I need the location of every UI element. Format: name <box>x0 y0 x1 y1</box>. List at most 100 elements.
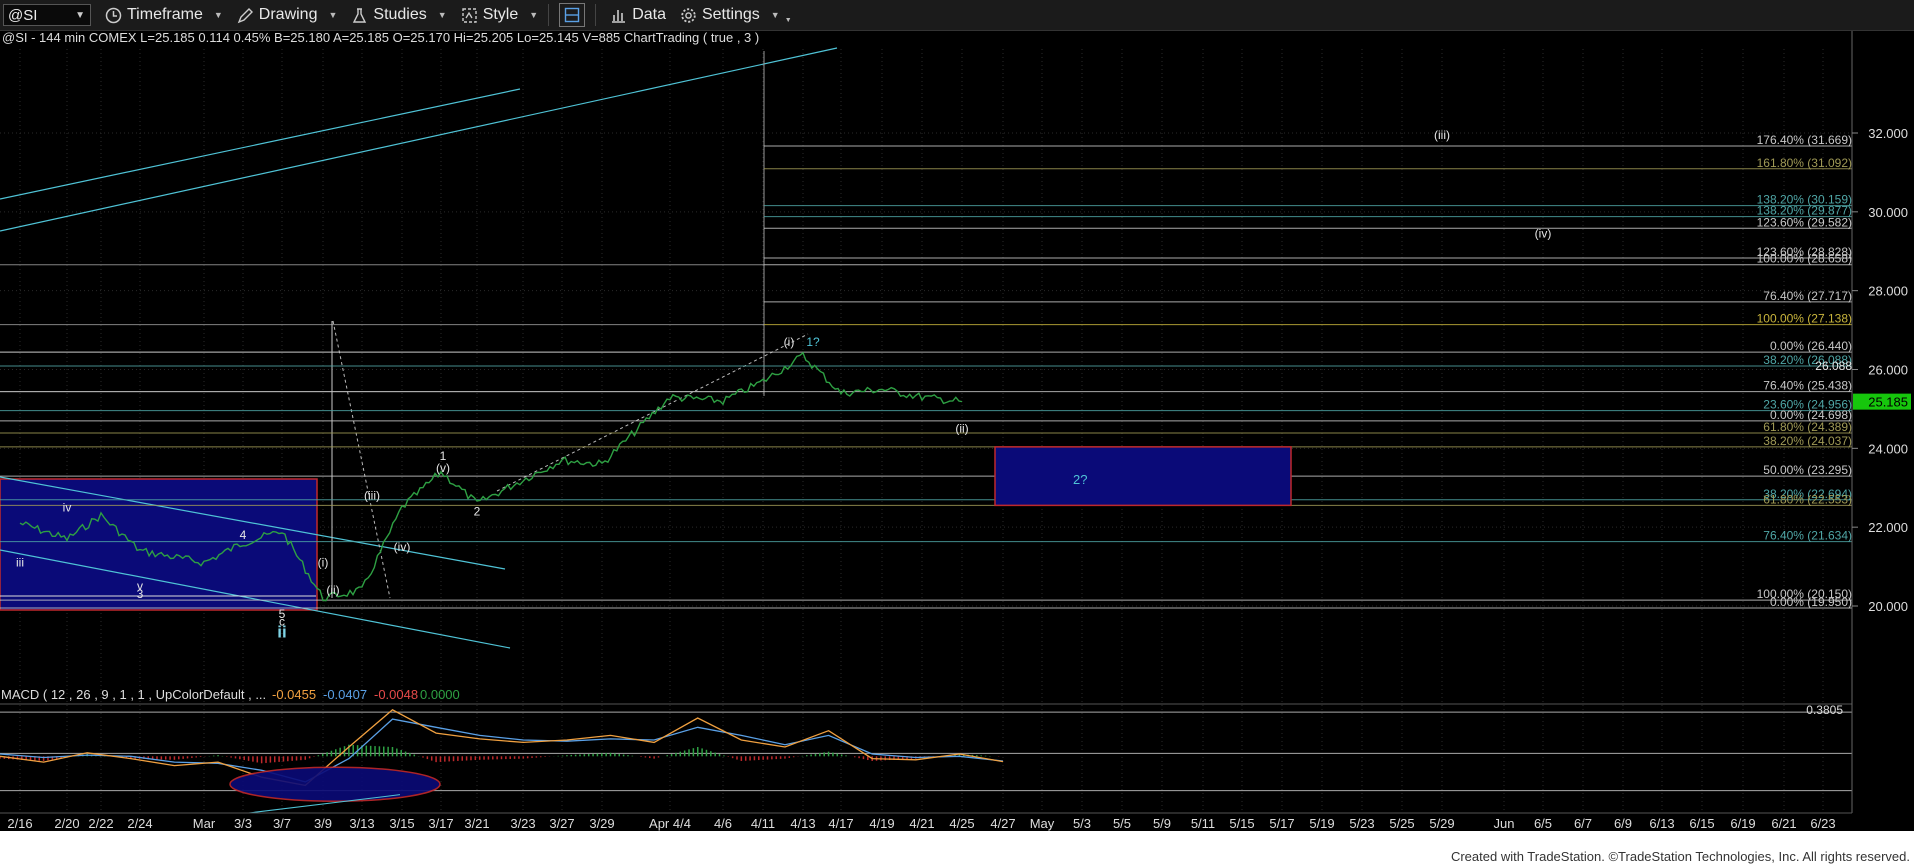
date-axis-label: May <box>1030 816 1055 831</box>
fib-level-label: 0.00% (26.440) <box>1770 339 1852 353</box>
price-axis: 32.000 30.000 28.000 26.000 24.000 22.000 20.0… <box>1851 31 1914 831</box>
settings-label: Settings <box>701 6 760 23</box>
layout-button[interactable] <box>559 3 586 27</box>
fib-price-label: 26.088 <box>1815 359 1852 373</box>
consolidation-box <box>0 478 318 611</box>
macd-highlight-ellipse <box>229 766 441 802</box>
wave-label: (v) <box>436 461 450 475</box>
drawing-button[interactable]: Drawing ▼ <box>237 6 337 24</box>
fib-level-label: 0.00% (19.950) <box>1770 595 1852 609</box>
macd-study-label: MACD ( 12 , 26 , 9 , 1 , 1 , UpColorDefa… <box>1 687 266 702</box>
studies-button[interactable]: Studies ▼ <box>351 6 447 24</box>
wave-label: (iv) <box>1535 226 1552 240</box>
wave-label: iii <box>16 556 24 570</box>
layout-icon <box>564 7 580 23</box>
wave-label: (ii) <box>326 583 339 597</box>
price-axis-label: 32.000 <box>1868 126 1908 141</box>
timeframe-label: Timeframe <box>127 6 203 23</box>
date-axis-label: 4/17 <box>828 816 853 831</box>
date-axis-label: 4/11 <box>751 816 775 831</box>
date-axis-label: 5/9 <box>1153 816 1171 831</box>
date-axis-label: 3/3 <box>234 816 252 831</box>
date-axis-label: 6/9 <box>1614 816 1632 831</box>
date-axis-label: 5/25 <box>1389 816 1414 831</box>
timeframe-button[interactable]: Timeframe ▼ <box>105 6 223 24</box>
date-axis-label: 4/13 <box>790 816 815 831</box>
date-axis-label: 6/5 <box>1534 816 1552 831</box>
date-axis-label: 3/27 <box>549 816 574 831</box>
fib-level-label: 38.20% (24.037) <box>1763 434 1852 448</box>
toolbar-divider <box>595 4 597 26</box>
date-axis-label: 6/15 <box>1689 816 1714 831</box>
chart-toolbar: @SI ▼ Timeframe ▼ Drawing ▼ Studies ▼ St… <box>0 0 1914 31</box>
price-axis-label: 30.000 <box>1868 205 1908 220</box>
fib-level-label: 76.40% (25.438) <box>1763 379 1852 393</box>
date-axis-label: 3/29 <box>589 816 614 831</box>
wave-label: (i) <box>318 556 329 570</box>
date-axis-label: 4/6 <box>714 816 732 831</box>
price-axis-panel <box>1852 31 1914 831</box>
date-axis-label: 6/23 <box>1810 816 1835 831</box>
wave-label: (i) <box>784 335 795 349</box>
last-price-label: 25.185 <box>1868 395 1908 410</box>
date-axis-label: 2/16 <box>7 816 32 831</box>
fib-level-label: 123.60% (29.582) <box>1757 215 1852 229</box>
target-label: 2? <box>1073 472 1087 487</box>
chart-header: @SI - 144 min COMEX L=25.185 0.114 0.45%… <box>2 31 759 45</box>
wave-label: 2 <box>474 504 481 518</box>
date-axis-label: 2/20 <box>54 816 79 831</box>
drawing-label: Drawing <box>258 6 318 23</box>
fib-level-label: 176.40% (31.669) <box>1757 133 1852 147</box>
copyright-footer: Created with TradeStation. ©TradeStation… <box>1451 849 1910 864</box>
date-axis-label: 2/22 <box>88 816 113 831</box>
style-icon <box>461 7 477 23</box>
price-axis-label: 24.000 <box>1868 441 1908 456</box>
date-axis-label: 6/21 <box>1771 816 1796 831</box>
date-axis-label: Apr 4/4 <box>649 816 691 831</box>
fib-level-label: 76.40% (27.717) <box>1763 289 1852 303</box>
studies-label: Studies <box>373 6 427 23</box>
target-box: 2? <box>994 446 1292 507</box>
wave-label: 3 <box>137 587 144 601</box>
symbol-input[interactable]: @SI ▼ <box>3 4 91 26</box>
date-axis-label: 2/24 <box>127 816 152 831</box>
date-axis-label: 6/13 <box>1649 816 1674 831</box>
date-axis-label: 4/25 <box>949 816 974 831</box>
date-axis-label: Mar <box>193 816 216 831</box>
fib-level-label: 100.00% (28.658) <box>1757 252 1852 266</box>
date-axis-label: 5/29 <box>1429 816 1454 831</box>
style-button[interactable]: Style ▼ <box>461 6 539 24</box>
fib-level-label: 50.00% (23.295) <box>1763 463 1852 477</box>
settings-button[interactable]: Settings ▼ ▼ <box>680 6 792 24</box>
date-axis-label: 3/15 <box>389 816 414 831</box>
price-axis-label: 20.000 <box>1868 599 1908 614</box>
date-axis-label: 3/9 <box>314 816 332 831</box>
macd-zero-value: 0.0000 <box>420 687 460 702</box>
price-chart[interactable]: 176.40% (31.669)161.80% (31.092)138.20% … <box>0 31 1914 866</box>
macd-histogram-value: -0.0048 <box>374 687 418 702</box>
data-button[interactable]: Data <box>610 6 666 24</box>
symbol-value: @SI <box>8 7 38 24</box>
fib-level-label: 161.80% (31.092) <box>1757 156 1852 170</box>
wave-label: (iii) <box>364 489 380 503</box>
date-axis-label: 5/19 <box>1309 816 1334 831</box>
date-axis-label: 5/11 <box>1191 816 1215 831</box>
chevron-down-icon: ▼ <box>770 10 780 20</box>
macd-header: MACD ( 12 , 26 , 9 , 1 , 1 , UpColorDefa… <box>1 687 460 702</box>
date-axis-label: 4/19 <box>869 816 894 831</box>
wave-label: (iv) <box>394 540 411 554</box>
date-axis-label: 3/21 <box>464 816 489 831</box>
price-axis-label: 28.000 <box>1868 284 1908 299</box>
fib-level-label: 100.00% (27.138) <box>1757 312 1852 326</box>
chevron-down-icon: ▼ <box>784 16 792 24</box>
target-rect <box>994 446 1292 507</box>
wave-label: iv <box>63 500 72 514</box>
date-axis-label: 3/17 <box>428 816 453 831</box>
fib-level-label: 61.80% (24.389) <box>1763 420 1852 434</box>
date-axis-label: 5/15 <box>1229 816 1254 831</box>
date-axis-label: 4/27 <box>990 816 1015 831</box>
chevron-down-icon[interactable]: ▼ <box>75 5 85 27</box>
date-axis-label: 4/21 <box>909 816 934 831</box>
chevron-down-icon: ▼ <box>529 10 539 20</box>
chevron-down-icon: ▼ <box>213 10 223 20</box>
